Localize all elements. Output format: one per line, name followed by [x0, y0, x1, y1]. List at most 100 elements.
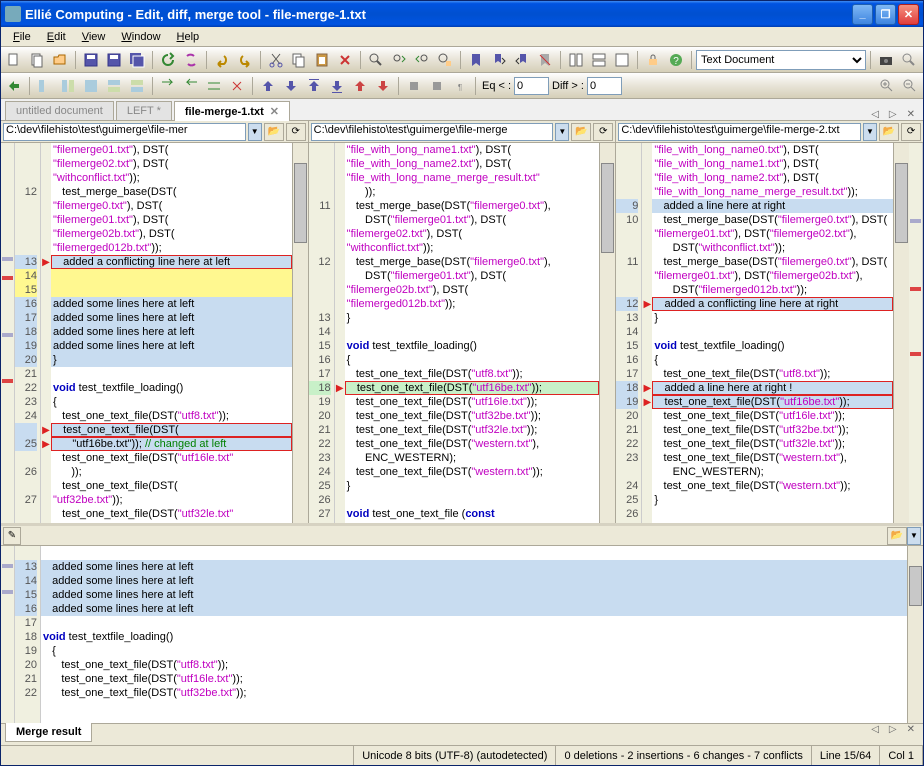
new-file2-icon[interactable]	[26, 49, 48, 71]
bookmark-icon[interactable]	[465, 49, 487, 71]
tab-prev-icon[interactable]: ◁	[867, 109, 883, 120]
tab-left[interactable]: LEFT *	[116, 101, 172, 120]
menu-edit[interactable]: Edit	[39, 29, 74, 45]
replace-icon[interactable]	[434, 49, 456, 71]
tab-untitled[interactable]: untitled document	[5, 101, 114, 120]
close-button[interactable]: ✕	[898, 4, 919, 25]
tab-close-icon[interactable]: ✕	[903, 724, 919, 735]
delete-icon[interactable]	[334, 49, 356, 71]
save-as-icon[interactable]	[103, 49, 125, 71]
diff-c-icon[interactable]	[80, 75, 102, 97]
redo-icon[interactable]	[234, 49, 256, 71]
diff-e-icon[interactable]	[126, 75, 148, 97]
camera-icon[interactable]	[875, 49, 897, 71]
menu-view[interactable]: View	[74, 29, 114, 45]
save-icon[interactable]	[80, 49, 102, 71]
menu-window[interactable]: Window	[113, 29, 168, 45]
copy-icon[interactable]	[288, 49, 310, 71]
zoom-icon[interactable]	[898, 49, 920, 71]
sidebyside-icon[interactable]	[565, 49, 587, 71]
tab-close-icon[interactable]: ✕	[270, 106, 279, 118]
right-gutter: 910111213141516171819202122232425262728	[616, 143, 642, 523]
dropdown-icon[interactable]: ▼	[907, 527, 921, 545]
next-conflict-icon[interactable]	[372, 75, 394, 97]
left-code[interactable]: "filemerge01.txt"), DST( "filemerge02.tx…	[51, 143, 292, 523]
minimize-button[interactable]: _	[852, 4, 873, 25]
bookmark-prev-icon[interactable]	[488, 49, 510, 71]
lock-icon[interactable]	[642, 49, 664, 71]
ws-icon[interactable]: ¶	[449, 75, 471, 97]
menu-help[interactable]: Help	[169, 29, 208, 45]
find-icon[interactable]	[365, 49, 387, 71]
last-diff-icon[interactable]	[326, 75, 348, 97]
refresh-pane-icon[interactable]: ⟳	[901, 123, 921, 141]
diff-a-icon[interactable]	[34, 75, 56, 97]
bookmark-next-icon[interactable]	[511, 49, 533, 71]
diff-nav1-icon[interactable]	[3, 75, 25, 97]
refresh-pane-icon[interactable]: ⟳	[593, 123, 613, 141]
right-map[interactable]	[909, 143, 923, 523]
dropdown-icon[interactable]: ▼	[555, 123, 569, 141]
gray2-icon[interactable]	[426, 75, 448, 97]
merge-map[interactable]	[1, 546, 15, 723]
merge-scroll[interactable]	[907, 546, 923, 723]
menu-file[interactable]: File	[5, 29, 39, 45]
left-path[interactable]: C:\dev\filehisto\test\guimerge\file-mer	[3, 123, 246, 141]
tab-prev-icon[interactable]: ◁	[867, 724, 883, 735]
right-markers: ▶▶▶	[642, 143, 652, 523]
paste-icon[interactable]	[311, 49, 333, 71]
tab-merge[interactable]: file-merge-1.txt✕	[174, 101, 290, 121]
dropdown-icon[interactable]: ▼	[248, 123, 262, 141]
merge-both-icon[interactable]	[203, 75, 225, 97]
gray1-icon[interactable]	[403, 75, 425, 97]
right-path[interactable]: C:\dev\filehisto\test\guimerge\file-merg…	[618, 123, 861, 141]
single-icon[interactable]	[611, 49, 633, 71]
format-select[interactable]: Text Document	[696, 50, 866, 70]
undo-icon[interactable]	[211, 49, 233, 71]
refresh-pane-icon[interactable]: ⟳	[286, 123, 306, 141]
bookmark-clear-icon[interactable]	[534, 49, 556, 71]
edit-icon[interactable]: ✎	[3, 527, 21, 545]
find-prev-icon[interactable]	[411, 49, 433, 71]
open-icon[interactable]: 📂	[264, 123, 284, 141]
help-icon[interactable]: ?	[665, 49, 687, 71]
refresh-icon[interactable]	[180, 49, 202, 71]
next-diff-icon[interactable]	[280, 75, 302, 97]
merge-right-icon[interactable]	[180, 75, 202, 97]
reload-icon[interactable]	[157, 49, 179, 71]
zoom-out-icon[interactable]	[899, 75, 921, 97]
left-scroll[interactable]	[292, 143, 308, 523]
diff-input[interactable]	[587, 77, 622, 95]
open-icon[interactable]: 📂	[571, 123, 591, 141]
dropdown-icon[interactable]: ▼	[863, 123, 877, 141]
merge-left-icon[interactable]	[157, 75, 179, 97]
mid-code[interactable]: "file_with_long_name1.txt"), DST( "file_…	[345, 143, 600, 523]
first-diff-icon[interactable]	[303, 75, 325, 97]
save-all-icon[interactable]	[126, 49, 148, 71]
merge-open-icon[interactable]: 📂	[887, 527, 907, 545]
find-next-icon[interactable]	[388, 49, 410, 71]
prev-conflict-icon[interactable]	[349, 75, 371, 97]
diff-b-icon[interactable]	[57, 75, 79, 97]
stacked-icon[interactable]	[588, 49, 610, 71]
zoom-in-icon[interactable]	[876, 75, 898, 97]
mid-path[interactable]: C:\dev\filehisto\test\guimerge\file-merg…	[311, 123, 554, 141]
open-icon[interactable]: 📂	[879, 123, 899, 141]
diff-d-icon[interactable]	[103, 75, 125, 97]
tab-next-icon[interactable]: ▷	[885, 109, 901, 120]
merge-code[interactable]: added some lines here at left added some…	[41, 546, 907, 723]
open-file-icon[interactable]	[49, 49, 71, 71]
new-file-icon[interactable]	[3, 49, 25, 71]
tab-close-all-icon[interactable]: ✕	[903, 109, 919, 120]
merge-result-tab[interactable]: Merge result	[5, 723, 92, 742]
eq-input[interactable]	[514, 77, 549, 95]
left-map[interactable]	[1, 143, 15, 523]
right-code[interactable]: "file_with_long_name0.txt"), DST( "file_…	[652, 143, 893, 523]
tab-next-icon[interactable]: ▷	[885, 724, 901, 735]
cut-icon[interactable]	[265, 49, 287, 71]
mid-scroll[interactable]	[599, 143, 615, 523]
merge-x-icon[interactable]	[226, 75, 248, 97]
prev-diff-icon[interactable]	[257, 75, 279, 97]
right-scroll[interactable]	[893, 143, 909, 523]
maximize-button[interactable]: ❐	[875, 4, 896, 25]
